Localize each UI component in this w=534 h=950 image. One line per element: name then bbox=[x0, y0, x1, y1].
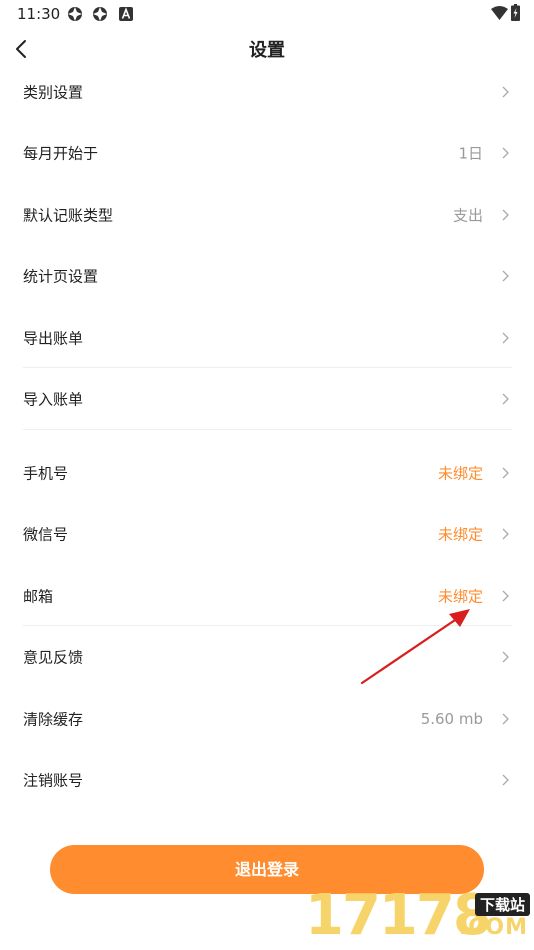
setting-row-delete-account[interactable]: 注销账号 bbox=[0, 749, 534, 810]
chevron-right-icon bbox=[502, 332, 509, 343]
setting-row-stats-page[interactable]: 统计页设置 bbox=[0, 245, 534, 306]
row-label: 意见反馈 bbox=[23, 648, 84, 666]
annotation-arrow-icon bbox=[360, 609, 470, 685]
chevron-right-icon bbox=[502, 86, 509, 97]
row-label: 邮箱 bbox=[23, 587, 54, 605]
row-value: 支出 bbox=[452, 206, 483, 224]
status-time: 11:30 bbox=[17, 5, 61, 23]
setting-row-export-bill[interactable]: 导出账单 bbox=[0, 307, 534, 368]
app-notification-icon bbox=[93, 7, 107, 21]
row-value: 未绑定 bbox=[437, 464, 483, 482]
row-value: 未绑定 bbox=[437, 525, 483, 543]
row-label: 统计页设置 bbox=[23, 267, 99, 285]
row-value: 1日 bbox=[458, 144, 483, 162]
watermark-domain: .COM bbox=[458, 915, 528, 940]
row-label: 导入账单 bbox=[23, 390, 84, 408]
row-label: 微信号 bbox=[23, 525, 69, 543]
battery-charging-icon bbox=[511, 4, 520, 21]
row-label: 手机号 bbox=[23, 464, 69, 482]
chevron-right-icon bbox=[502, 209, 509, 220]
chevron-right-icon bbox=[502, 528, 509, 539]
chevron-right-icon bbox=[502, 651, 509, 662]
row-label: 每月开始于 bbox=[23, 144, 99, 162]
chevron-right-icon bbox=[502, 774, 509, 785]
setting-row-import-bill[interactable]: 导入账单 bbox=[0, 368, 534, 429]
watermark-logo: 17178 下载站 .COM bbox=[305, 885, 530, 950]
row-label: 导出账单 bbox=[23, 329, 84, 347]
setting-row-category[interactable]: 类别设置 bbox=[0, 61, 534, 122]
chevron-right-icon bbox=[502, 270, 509, 281]
row-value: 5.60 mb bbox=[420, 709, 483, 728]
chevron-right-icon bbox=[502, 590, 509, 601]
setting-row-month-start[interactable]: 每月开始于 1日 bbox=[0, 122, 534, 183]
chevron-right-icon bbox=[502, 713, 509, 724]
chevron-right-icon bbox=[502, 467, 509, 478]
wifi-icon bbox=[491, 6, 508, 20]
watermark-tag: 下载站 bbox=[474, 893, 530, 916]
a-app-icon bbox=[119, 7, 133, 21]
status-bar: 11:30 bbox=[0, 0, 534, 28]
row-label: 清除缓存 bbox=[23, 710, 84, 728]
chevron-right-icon bbox=[502, 393, 509, 404]
app-notification-icon bbox=[68, 7, 82, 21]
page-title: 设置 bbox=[249, 40, 285, 61]
divider bbox=[23, 429, 512, 430]
setting-row-clear-cache[interactable]: 清除缓存 5.60 mb bbox=[0, 688, 534, 749]
row-label: 类别设置 bbox=[23, 83, 84, 101]
row-label: 注销账号 bbox=[23, 771, 84, 789]
chevron-right-icon bbox=[502, 147, 509, 158]
setting-row-wechat[interactable]: 微信号 未绑定 bbox=[0, 503, 534, 564]
setting-row-default-type[interactable]: 默认记账类型 支出 bbox=[0, 184, 534, 245]
row-label: 默认记账类型 bbox=[23, 206, 114, 224]
setting-row-phone[interactable]: 手机号 未绑定 bbox=[0, 442, 534, 503]
